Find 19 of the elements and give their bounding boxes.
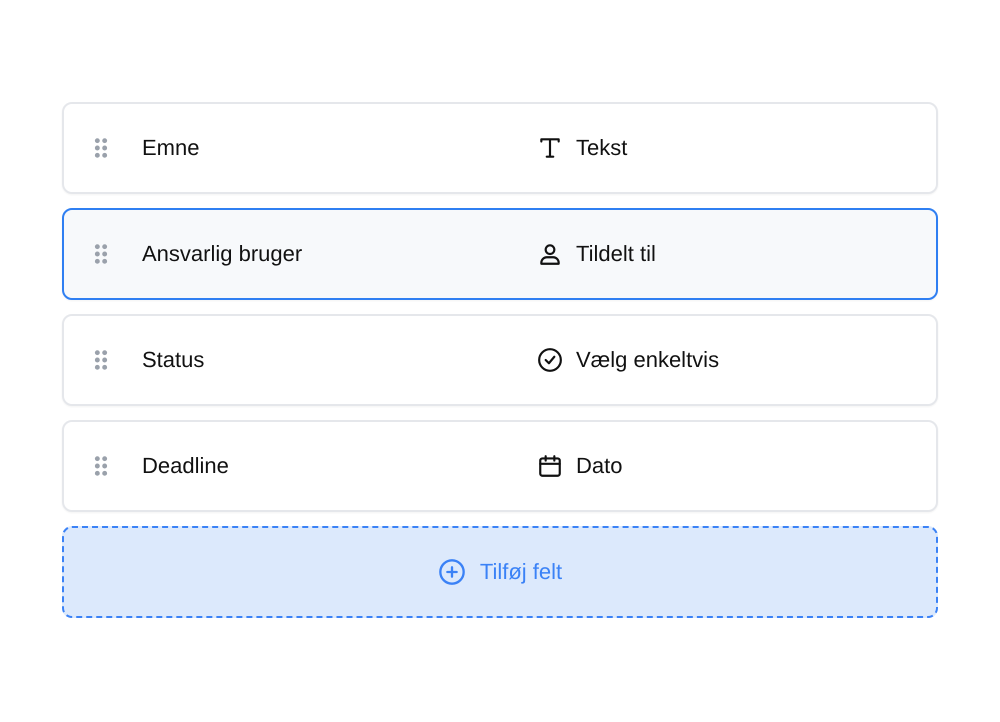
field-type-label: Dato [576, 453, 622, 479]
field-name: Status [142, 347, 206, 373]
field-row[interactable]: Status Vælg enkeltvis [62, 314, 938, 406]
field-type-label: Tekst [576, 135, 628, 161]
drag-handle-icon[interactable] [93, 455, 109, 477]
field-type-label: Vælg enkeltvis [576, 347, 720, 373]
field-row[interactable]: Emne Tekst [62, 102, 938, 194]
drag-handle-icon[interactable] [93, 349, 109, 371]
field-name: Emne [142, 135, 200, 161]
field-row[interactable]: Ansvarlig bruger Tildelt til [62, 208, 938, 300]
field-name: Ansvarlig bruger [142, 241, 304, 267]
drag-handle-icon[interactable] [93, 137, 109, 159]
field-name: Deadline [142, 453, 230, 479]
drag-handle-icon[interactable] [93, 243, 109, 265]
check-circle-icon [537, 347, 563, 373]
calendar-icon [537, 453, 563, 479]
field-row[interactable]: Deadline Dato [62, 420, 938, 512]
field-type-label: Tildelt til [576, 241, 656, 267]
plus-circle-icon [438, 558, 466, 586]
